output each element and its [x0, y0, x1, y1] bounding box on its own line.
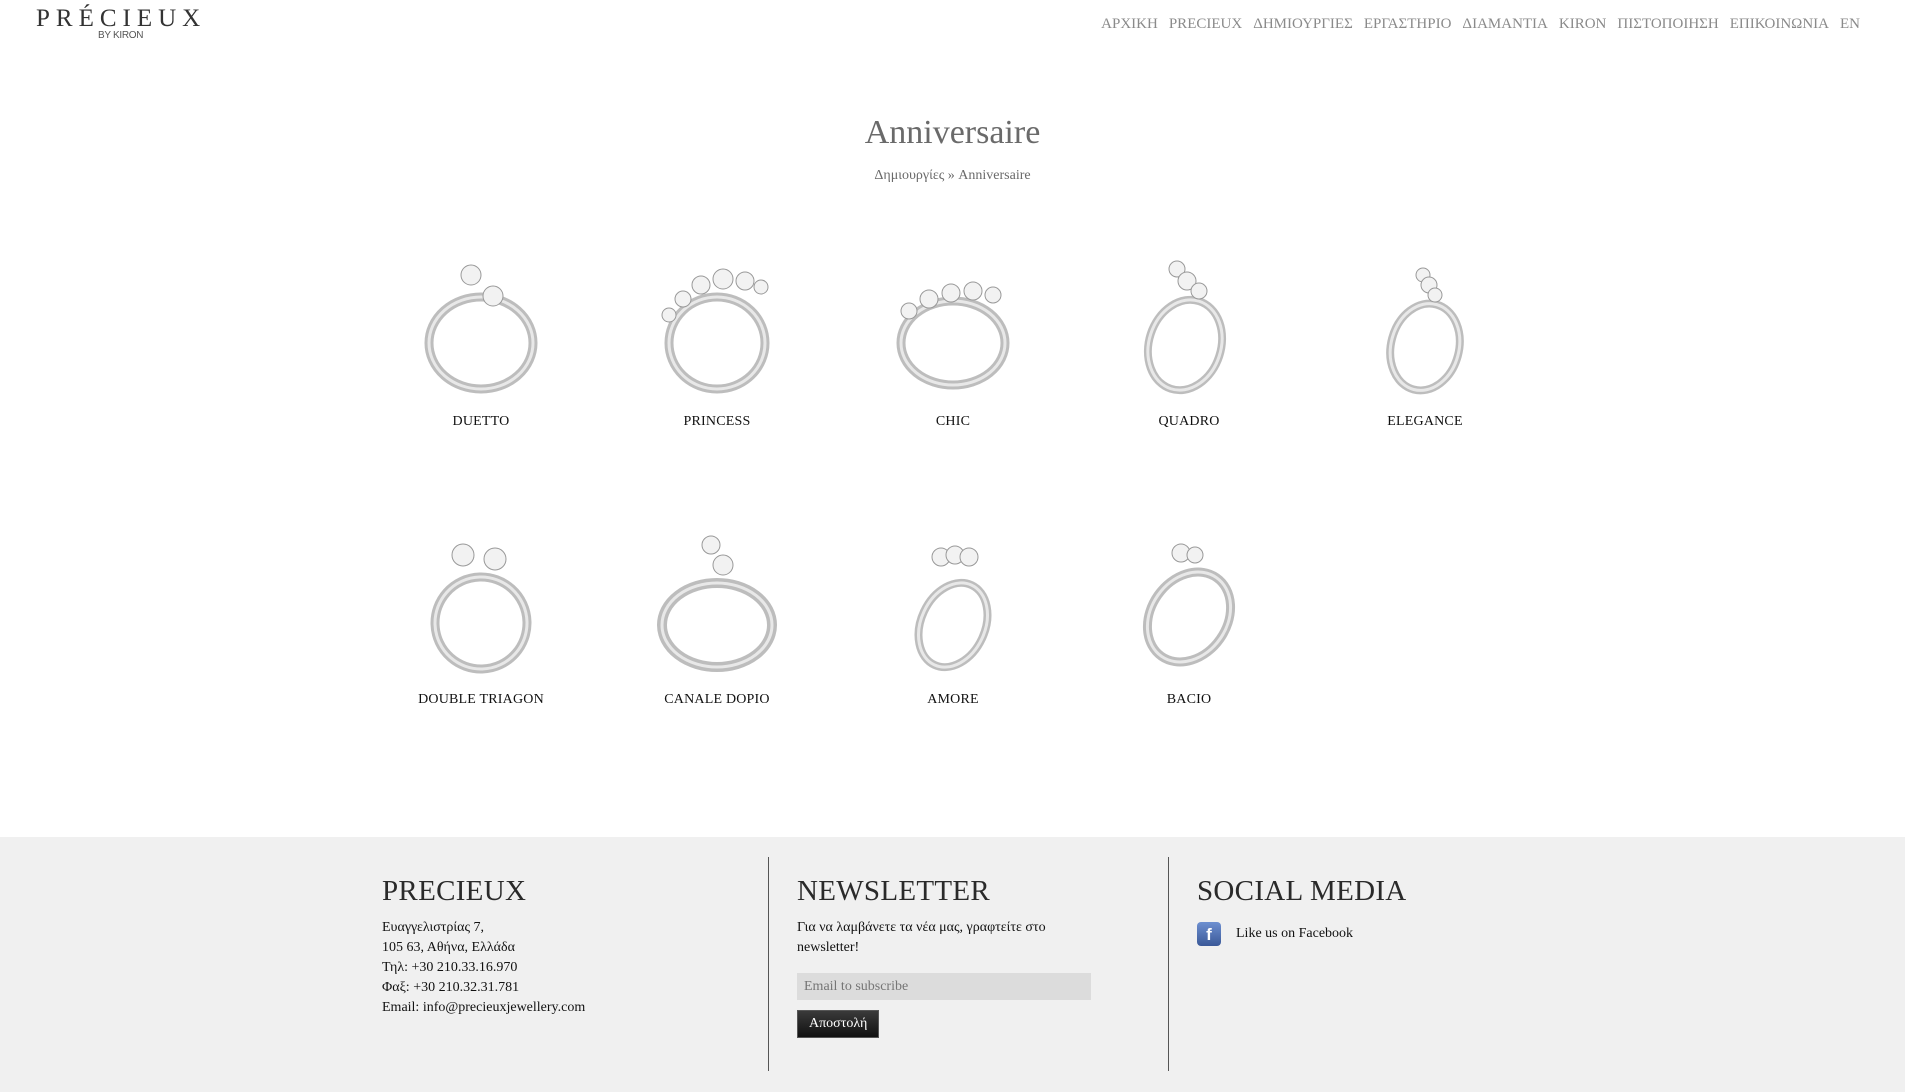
nav-item-creations[interactable]: ΔΗΜΙΟΥΡΓΙΕΣ	[1253, 16, 1353, 33]
product-card[interactable]: QUADRO	[1071, 255, 1307, 430]
logo-text: PRÉCIEUX	[36, 5, 207, 32]
nav-item-precieux[interactable]: PRECIEUX	[1169, 16, 1242, 33]
ring-two-stone-icon[interactable]	[647, 533, 787, 678]
ring-eternity-icon[interactable]	[883, 255, 1023, 400]
nav-item-workshop[interactable]: ΕΡΓΑΣΤΗΡΙΟ	[1364, 16, 1452, 33]
ring-three-stone-icon[interactable]	[1355, 255, 1495, 400]
product-card[interactable]: DOUBLE TRIAGON	[363, 533, 599, 708]
nav-item-home[interactable]: ΑΡΧΙΚΗ	[1101, 16, 1158, 33]
product-name[interactable]: CANALE DOPIO	[599, 692, 835, 708]
product-name[interactable]: ELEGANCE	[1307, 414, 1543, 430]
site-logo[interactable]: PRÉCIEUX BY KIRON	[36, 6, 216, 46]
newsletter-send-button[interactable]: Αποστολή	[797, 1010, 880, 1038]
fax-text: Φαξ: +30 210.32.31.781	[382, 980, 520, 995]
footer-divider	[1168, 857, 1169, 1071]
footer-newsletter: NEWSLETTER Για να λαμβάνετε τα νέα μας, …	[797, 875, 1097, 958]
nav-item-language-en[interactable]: EN	[1840, 16, 1860, 33]
breadcrumb-parent-link[interactable]: Δημιουργίες	[874, 168, 944, 183]
product-name[interactable]: QUADRO	[1071, 414, 1307, 430]
product-card[interactable]: CANALE DOPIO	[599, 533, 835, 708]
product-name[interactable]: DOUBLE TRIAGON	[363, 692, 599, 708]
footer-divider	[768, 857, 769, 1071]
logo-subtext: BY KIRON	[98, 30, 144, 41]
address-line-2: 105 63, Αθήνα, Ελλάδα	[382, 940, 515, 955]
product-card[interactable]: AMORE	[835, 533, 1071, 708]
footer-about-title: PRECIEUX	[382, 875, 527, 907]
nav-item-certification[interactable]: ΠΙΣΤΟΠΟΙΗΣΗ	[1617, 16, 1718, 33]
nav-item-diamonds[interactable]: ΔΙΑΜΑΝΤΙΑ	[1462, 16, 1547, 33]
ring-two-stone-icon[interactable]	[1119, 533, 1259, 678]
address-line-1: Ευαγγελιστρίας 7,	[382, 920, 485, 935]
ring-two-stone-icon[interactable]	[411, 533, 551, 678]
product-card[interactable]: PRINCESS	[599, 255, 835, 430]
product-card[interactable]: BACIO	[1071, 533, 1307, 708]
product-card[interactable]: CHIC	[835, 255, 1071, 430]
ring-two-stone-icon[interactable]	[411, 255, 551, 400]
footer-about: PRECIEUX Ευαγγελιστρίας 7, 105 63, Αθήνα…	[382, 875, 585, 1018]
footer-contact-info: Ευαγγελιστρίας 7, 105 63, Αθήνα, Ελλάδα …	[382, 918, 585, 1018]
product-name[interactable]: BACIO	[1071, 692, 1307, 708]
ring-eternity-icon[interactable]	[647, 255, 787, 400]
nav-item-kiron[interactable]: KIRON	[1559, 16, 1607, 33]
facebook-link[interactable]: f Like us on Facebook	[1197, 922, 1353, 946]
email-text[interactable]: Email: info@precieuxjewellery.com	[382, 998, 585, 1018]
main-nav: ΑΡΧΙΚΗ PRECIEUX ΔΗΜΙΟΥΡΓΙΕΣ ΕΡΓΑΣΤΗΡΙΟ Δ…	[1090, 16, 1860, 33]
footer-social: SOCIAL MEDIA	[1197, 875, 1407, 908]
product-card[interactable]: ELEGANCE	[1307, 255, 1543, 430]
social-title: SOCIAL MEDIA	[1197, 875, 1407, 907]
ring-three-stone-icon[interactable]	[883, 533, 1023, 678]
site-footer: PRECIEUX Ευαγγελιστρίας 7, 105 63, Αθήνα…	[0, 837, 1905, 1092]
facebook-icon[interactable]: f	[1197, 922, 1221, 946]
phone-text: Τηλ: +30 210.33.16.970	[382, 960, 518, 975]
ring-three-stone-icon[interactable]	[1119, 255, 1259, 400]
nav-item-contact[interactable]: ΕΠΙΚΟΙΝΩΝΙΑ	[1730, 16, 1829, 33]
page-title: Anniversaire	[864, 114, 1041, 151]
product-name[interactable]: CHIC	[835, 414, 1071, 430]
breadcrumb-separator: »	[944, 168, 959, 183]
product-name[interactable]: DUETTO	[363, 414, 599, 430]
breadcrumb: Δημιουργίες » Anniversaire	[0, 168, 1905, 184]
newsletter-email-input[interactable]	[797, 973, 1091, 1000]
product-name[interactable]: AMORE	[835, 692, 1071, 708]
product-card[interactable]: DUETTO	[363, 255, 599, 430]
breadcrumb-current: Anniversaire	[958, 168, 1031, 183]
newsletter-title: NEWSLETTER	[797, 875, 991, 907]
product-name[interactable]: PRINCESS	[599, 414, 835, 430]
facebook-label[interactable]: Like us on Facebook	[1236, 926, 1353, 942]
newsletter-text: Για να λαμβάνετε τα νέα μας, γραφτείτε σ…	[797, 920, 1046, 955]
